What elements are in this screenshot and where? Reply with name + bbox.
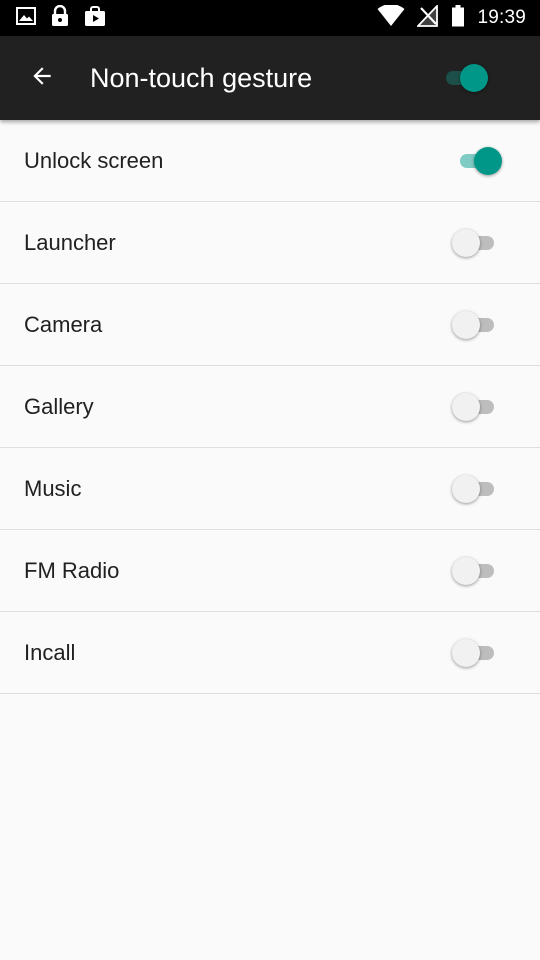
toggle-gallery[interactable] — [452, 392, 502, 422]
toggle-incall[interactable] — [452, 638, 502, 668]
setting-row-fm-radio[interactable]: FM Radio — [0, 530, 540, 612]
battery-icon — [451, 4, 465, 32]
setting-label: FM Radio — [24, 557, 120, 583]
page-title: Non-touch gesture — [90, 62, 313, 93]
wifi-icon — [377, 3, 405, 32]
toggle-thumb[interactable] — [452, 474, 480, 503]
setting-label: Incall — [24, 639, 76, 665]
toggle-thumb[interactable] — [452, 638, 480, 667]
setting-label: Camera — [24, 311, 103, 337]
image-icon — [16, 6, 36, 31]
toggle-fm-radio[interactable] — [452, 556, 502, 586]
status-bar: 19:39 — [0, 0, 540, 36]
setting-row-camera[interactable]: Camera — [0, 284, 540, 366]
master-toggle[interactable] — [438, 63, 488, 93]
toggle-thumb[interactable] — [460, 64, 488, 92]
lock-icon — [50, 4, 70, 32]
setting-row-launcher[interactable]: Launcher — [0, 202, 540, 284]
no-signal-icon — [416, 3, 439, 32]
setting-row-music[interactable]: Music — [0, 448, 540, 530]
gesture-settings-list: Unlock screen Launcher Camera Gallery Mu… — [0, 120, 540, 694]
status-time: 19:39 — [477, 7, 526, 28]
toggle-thumb[interactable] — [452, 392, 480, 421]
toggle-camera[interactable] — [452, 310, 502, 340]
toggle-thumb[interactable] — [452, 556, 480, 585]
setting-label: Launcher — [24, 229, 116, 255]
status-bar-notifications — [0, 4, 106, 32]
arrow-back-icon — [29, 63, 55, 94]
setting-row-gallery[interactable]: Gallery — [0, 366, 540, 448]
toggle-thumb[interactable] — [452, 310, 480, 339]
setting-label: Music — [24, 475, 82, 501]
setting-row-unlock-screen[interactable]: Unlock screen — [0, 120, 540, 202]
status-bar-system: 19:39 — [377, 3, 540, 32]
toggle-launcher[interactable] — [452, 228, 502, 258]
shopping-bag-icon — [84, 5, 106, 32]
toggle-unlock-screen[interactable] — [452, 146, 502, 176]
toggle-thumb[interactable] — [452, 228, 480, 257]
app-bar: Non-touch gesture — [0, 36, 540, 120]
toggle-thumb[interactable] — [474, 146, 502, 175]
back-button[interactable] — [14, 50, 70, 106]
toggle-music[interactable] — [452, 474, 502, 504]
setting-label: Gallery — [24, 393, 94, 419]
setting-label: Unlock screen — [24, 147, 164, 173]
setting-row-incall[interactable]: Incall — [0, 612, 540, 694]
